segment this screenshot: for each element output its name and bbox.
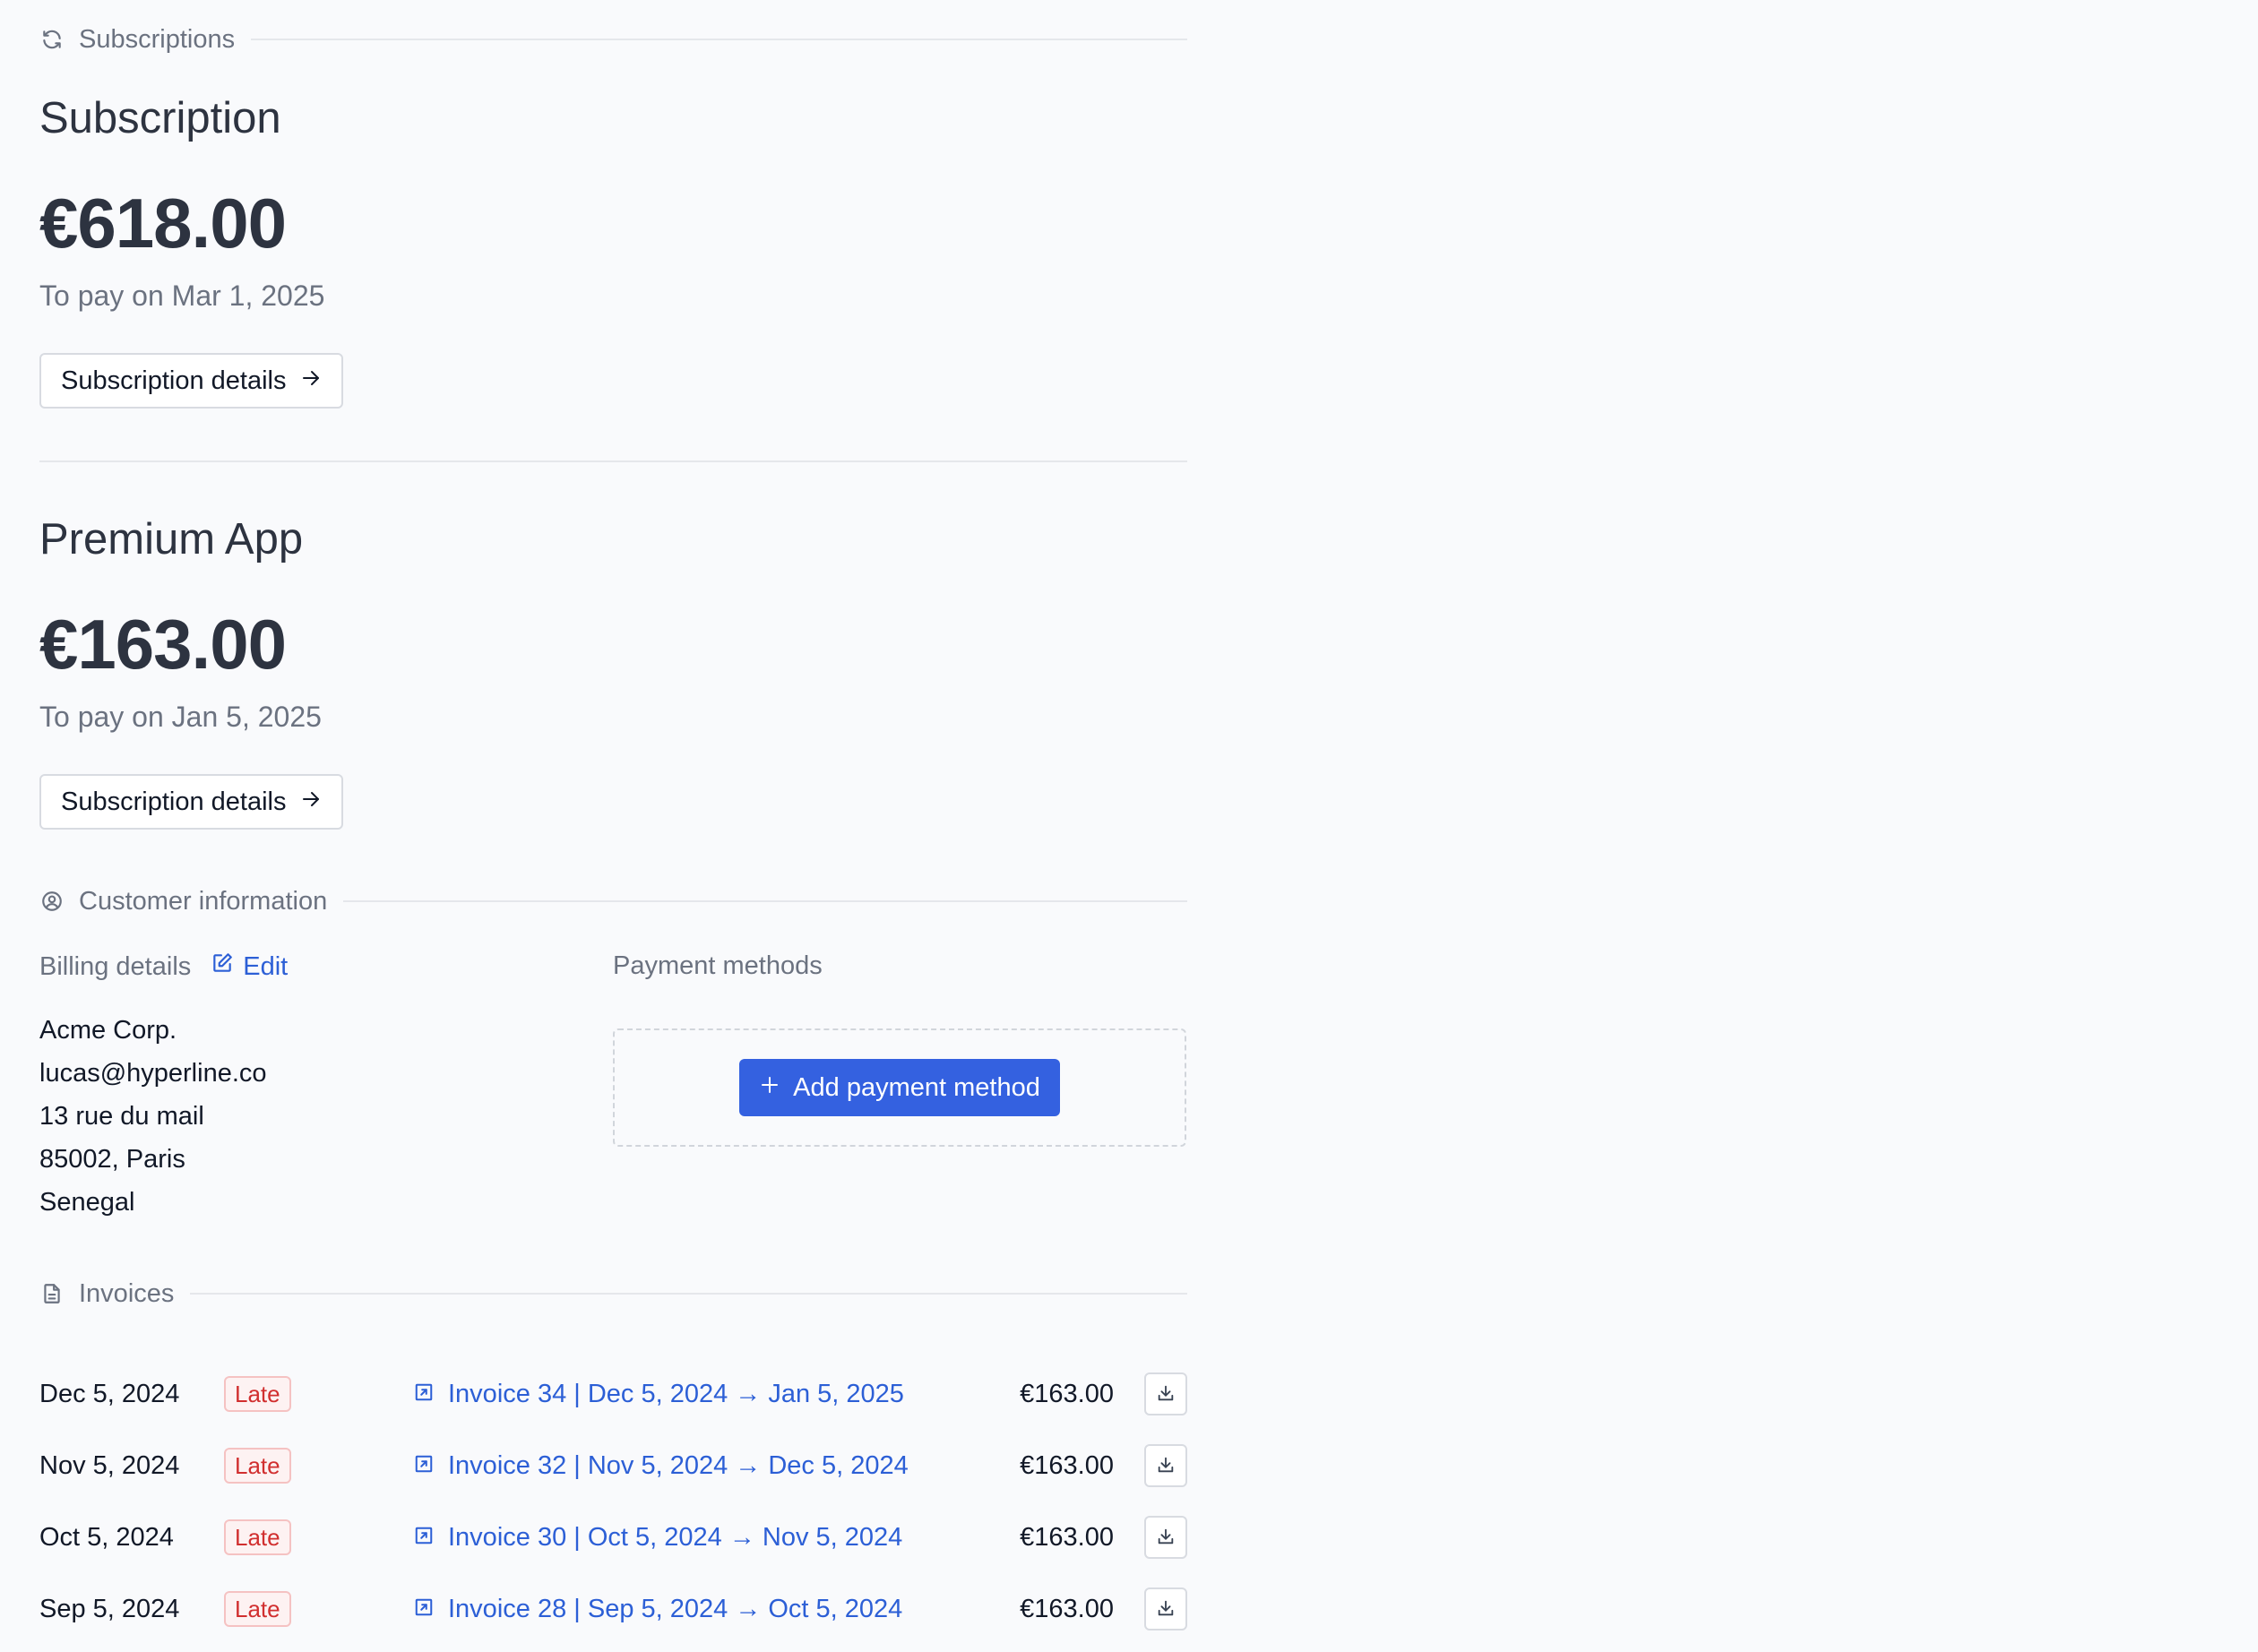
invoice-amount: €163.00 [1020,1379,1114,1408]
invoice-date: Sep 5, 2024 [39,1594,180,1623]
subscription-details-button[interactable]: Subscription details [39,774,344,830]
invoice-link-label: Invoice 28 | Sep 5, 2024 → Oct 5, 2024 [448,1594,903,1623]
subscription-amount: €163.00 [39,605,287,684]
user-circle-icon [39,889,65,914]
arrow-right-icon [300,787,322,817]
subscription-amount: €618.00 [39,184,287,262]
subscription-details-button[interactable]: Subscription details [39,353,344,409]
invoice-link[interactable]: Invoice 34 | Dec 5, 2024 → Jan 5, 2025 [414,1380,904,1409]
document-icon [39,1281,65,1306]
page: Subscriptions Subscription €618.00 To pa… [39,0,1187,1645]
status-badge: Late [224,1376,291,1412]
subscription-card: Premium App €163.00 To pay on Jan 5, 202… [39,462,1187,883]
status-badge: Late [224,1591,291,1627]
billing-details-label: Billing details [39,951,192,981]
download-icon [1156,1383,1176,1406]
subscription-title: Premium App [39,515,304,564]
download-icon [1156,1527,1176,1549]
subscription-due-date: To pay on Mar 1, 2025 [39,280,325,312]
invoice-link-label: Invoice 30 | Oct 5, 2024 → Nov 5, 2024 [448,1522,903,1552]
invoices-section-header: Invoices [39,1274,1187,1313]
section-divider [251,39,1187,40]
invoice-row: Sep 5, 2024 Late Invoice 28 | Sep 5, 202… [39,1573,1187,1645]
billing-email: lucas@hyperline.co [39,1059,267,1088]
arrow-right-icon [300,366,322,396]
button-label: Subscription details [61,787,287,816]
subscriptions-section-header: Subscriptions [39,20,1187,59]
billing-city: 85002, Paris [39,1145,185,1174]
invoice-row: Nov 5, 2024 Late Invoice 32 | Nov 5, 202… [39,1430,1187,1501]
billing-details-header: Billing details Edit [39,951,288,982]
customer-information: Billing details Edit Acme Corp. lucas@hy… [39,921,1187,1243]
billing-street: 13 rue du mail [39,1102,204,1131]
customer-section-header: Customer information [39,882,1187,921]
external-link-icon [414,1451,434,1481]
download-button[interactable] [1144,1372,1187,1415]
add-payment-method-button[interactable]: Add payment method [739,1059,1060,1116]
invoice-link[interactable]: Invoice 32 | Nov 5, 2024 → Dec 5, 2024 [414,1451,909,1481]
invoice-date: Oct 5, 2024 [39,1522,174,1552]
invoice-date: Nov 5, 2024 [39,1450,180,1480]
refresh-icon [39,27,65,52]
section-divider [343,900,1187,902]
plus-icon [759,1073,780,1103]
subscription-title: Subscription [39,94,281,142]
invoice-row: Oct 5, 2024 Late Invoice 30 | Oct 5, 202… [39,1501,1187,1573]
edit-icon [211,951,234,982]
external-link-icon [414,1595,434,1624]
section-title: Invoices [79,1278,175,1308]
edit-billing-link[interactable]: Edit [211,951,288,982]
billing-country: Senegal [39,1188,135,1217]
section-title: Subscriptions [79,24,236,54]
subscription-due-date: To pay on Jan 5, 2025 [39,701,322,733]
section-title: Customer information [79,886,328,916]
button-label: Add payment method [793,1072,1040,1102]
billing-company: Acme Corp. [39,1016,177,1045]
payment-methods-label: Payment methods [613,951,823,980]
billing-address: Acme Corp. lucas@hyperline.co 13 rue du … [39,1009,267,1224]
payment-methods-box: Add payment method [613,1028,1186,1147]
subscription-card: Subscription €618.00 To pay on Mar 1, 20… [39,59,1187,462]
external-link-icon [414,1380,434,1409]
invoice-link[interactable]: Invoice 30 | Oct 5, 2024 → Nov 5, 2024 [414,1523,902,1553]
download-button[interactable] [1144,1444,1187,1487]
invoice-link-label: Invoice 34 | Dec 5, 2024 → Jan 5, 2025 [448,1379,904,1408]
button-label: Subscription details [61,366,287,395]
invoice-link-label: Invoice 32 | Nov 5, 2024 → Dec 5, 2024 [448,1450,909,1480]
download-button[interactable] [1144,1516,1187,1559]
section-divider [190,1293,1187,1295]
edit-label: Edit [243,951,289,981]
download-icon [1156,1598,1176,1621]
status-badge: Late [224,1519,291,1555]
invoice-amount: €163.00 [1020,1522,1114,1552]
invoice-row: Dec 5, 2024 Late Invoice 34 | Dec 5, 202… [39,1358,1187,1430]
invoice-list: Dec 5, 2024 Late Invoice 34 | Dec 5, 202… [39,1358,1187,1645]
invoice-date: Dec 5, 2024 [39,1379,180,1408]
status-badge: Late [224,1448,291,1484]
invoice-link[interactable]: Invoice 28 | Sep 5, 2024 → Oct 5, 2024 [414,1595,902,1624]
download-icon [1156,1455,1176,1477]
external-link-icon [414,1523,434,1553]
invoice-amount: €163.00 [1020,1594,1114,1623]
download-button[interactable] [1144,1587,1187,1630]
invoice-amount: €163.00 [1020,1450,1114,1480]
